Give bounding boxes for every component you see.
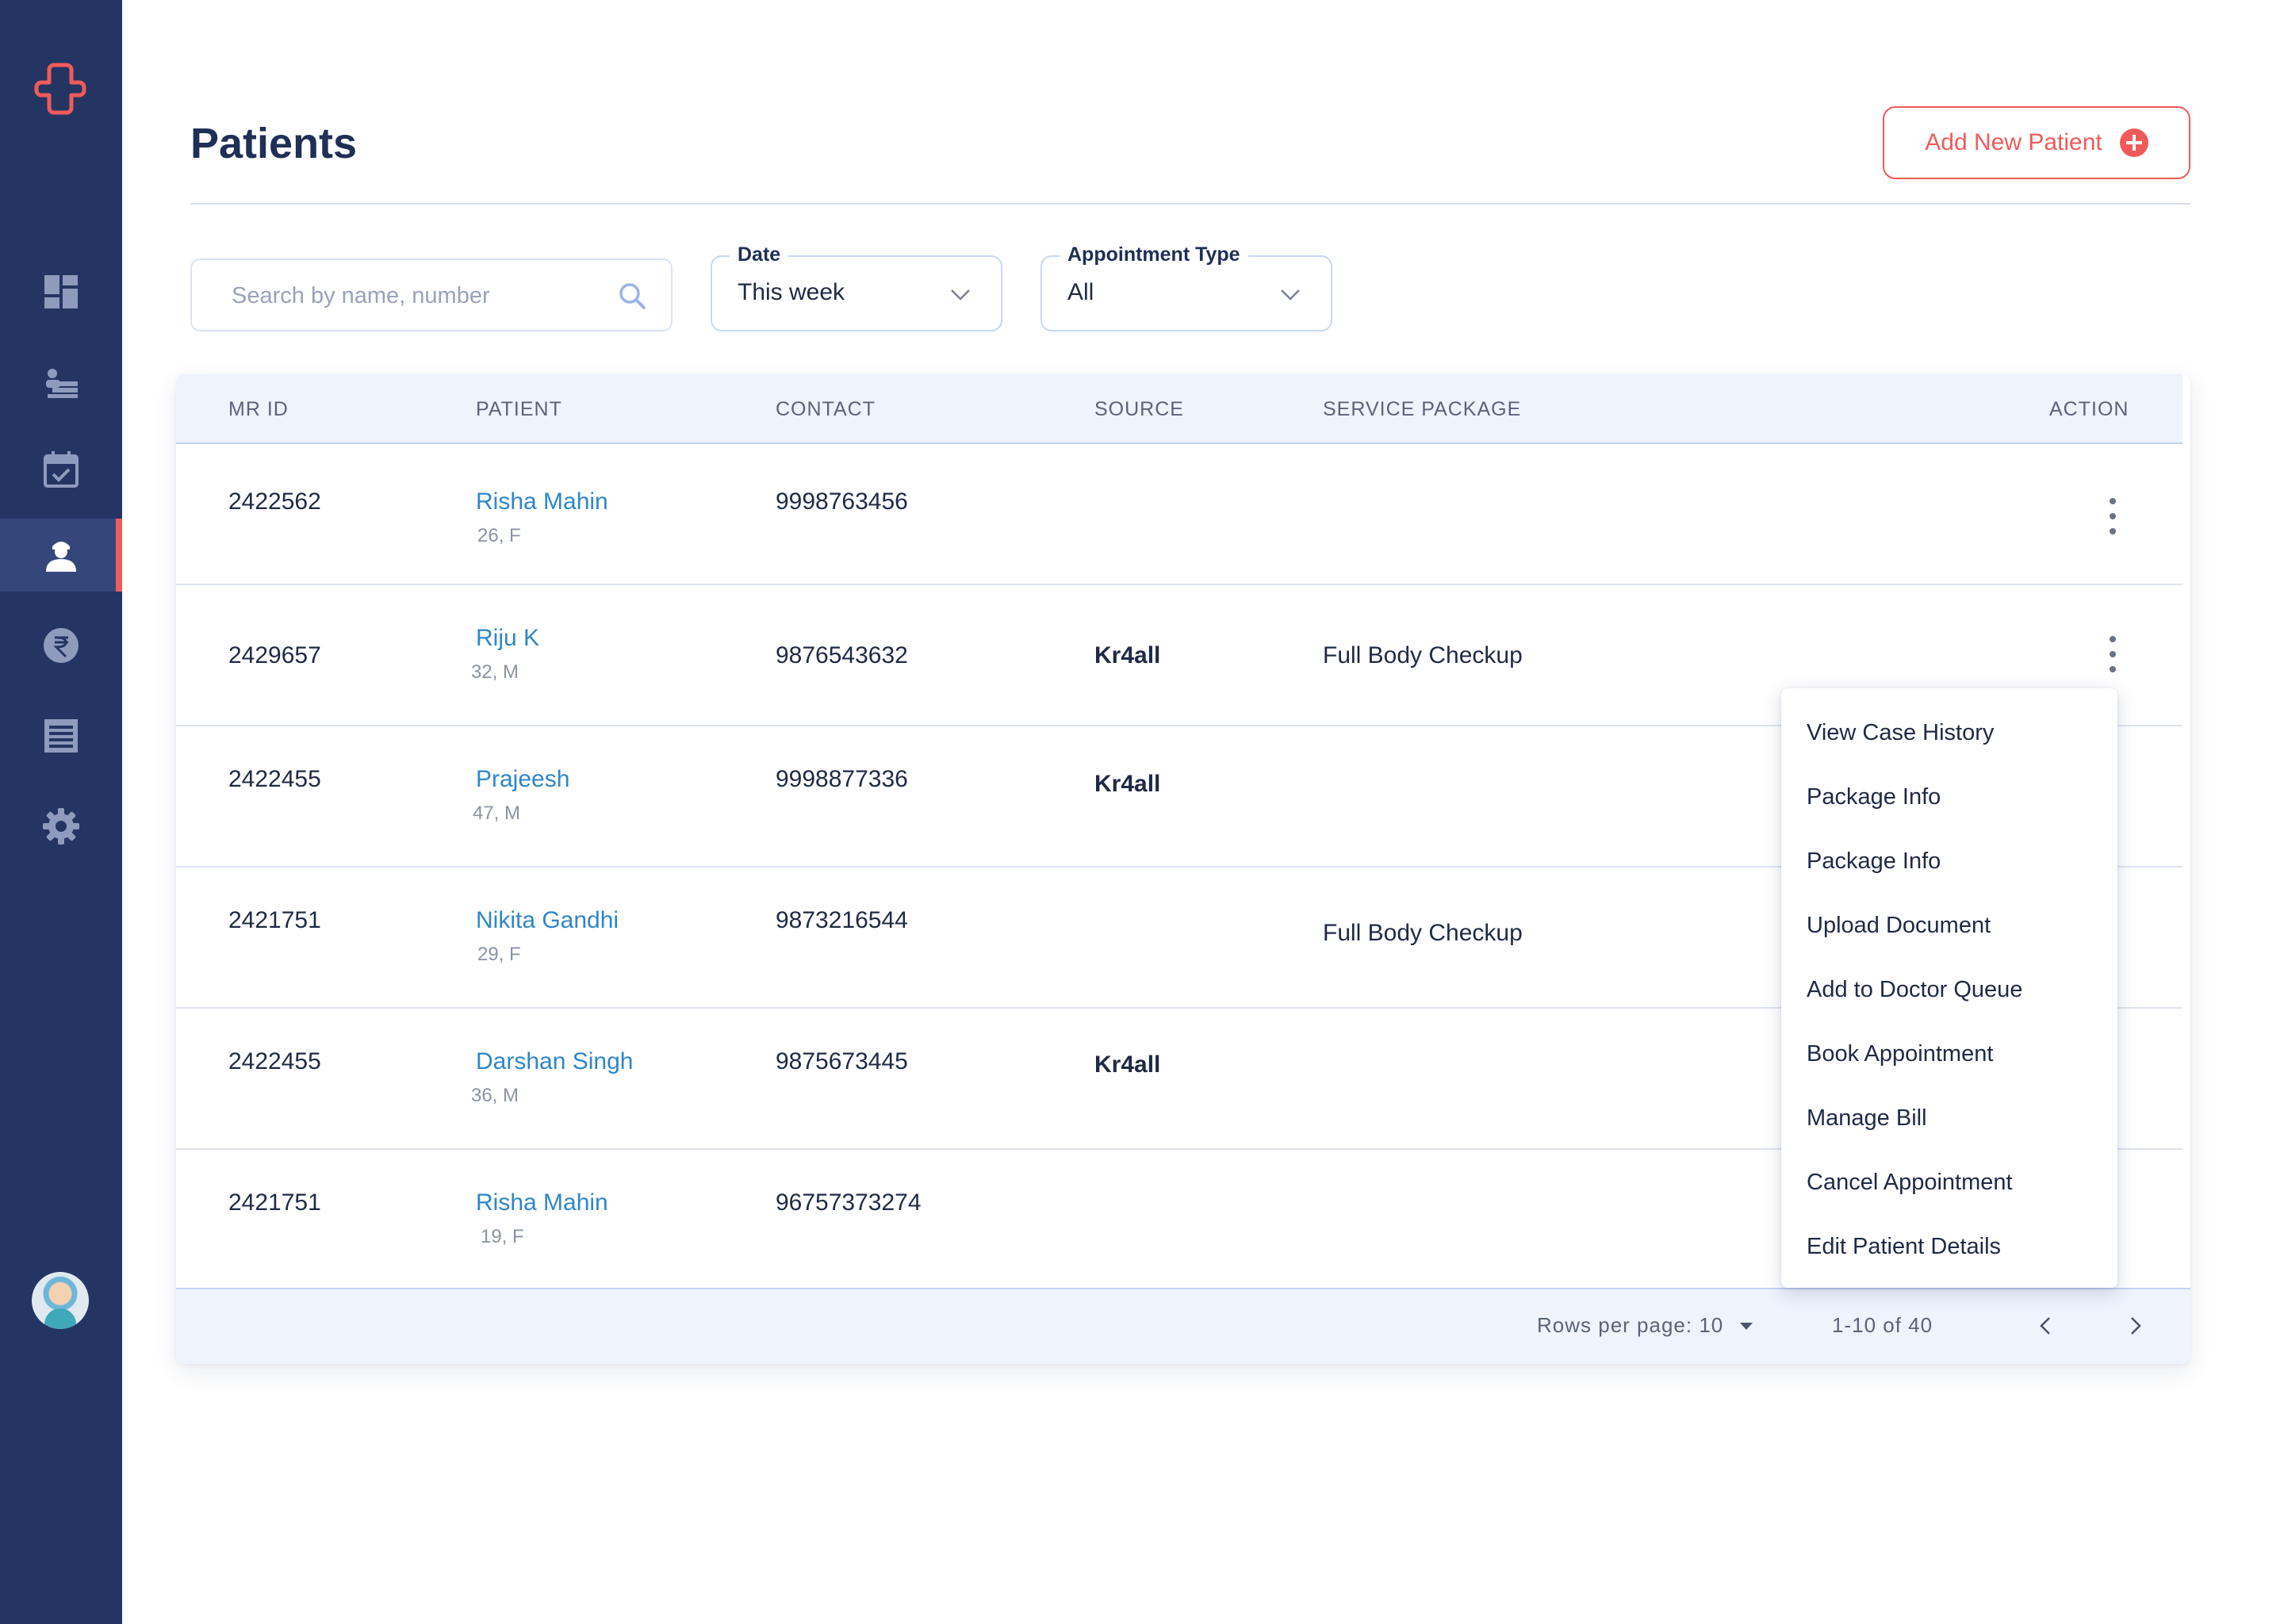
- patient-age-sex: 36, M: [471, 1085, 519, 1106]
- menu-item-package-info[interactable]: Package Info: [1807, 848, 1941, 875]
- logo-icon[interactable]: [32, 60, 89, 117]
- menu-item-manage-bill[interactable]: Manage Bill: [1807, 1105, 1927, 1132]
- appointment-type-value: All: [1067, 279, 1094, 305]
- chevron-right-icon[interactable]: [2121, 1312, 2149, 1340]
- search-icon[interactable]: [617, 281, 647, 311]
- sidebar: [0, 0, 122, 1624]
- sidebar-item-settings[interactable]: [0, 790, 122, 863]
- date-select-value: This week: [738, 279, 845, 305]
- menu-item-cancel-appointment[interactable]: Cancel Appointment: [1807, 1170, 2013, 1196]
- sidebar-item-dashboard[interactable]: [0, 255, 122, 328]
- search-input[interactable]: [230, 260, 598, 331]
- row-action-menu: View Case History Package Info Package I…: [1781, 688, 2117, 1288]
- mr-id-cell: 2422455: [228, 766, 321, 792]
- mr-id-cell: 2421751: [228, 1189, 321, 1216]
- sidebar-item-billing[interactable]: [0, 609, 122, 682]
- column-header-action: ACTION: [2049, 398, 2129, 420]
- menu-item-upload-document[interactable]: Upload Document: [1807, 913, 1991, 939]
- patient-age-sex: 47, M: [473, 802, 521, 824]
- menu-item-edit-patient-details[interactable]: Edit Patient Details: [1807, 1234, 2001, 1260]
- contact-cell: 9876543632: [776, 642, 908, 668]
- menu-item-package-info[interactable]: Package Info: [1807, 784, 1941, 810]
- menu-item-view-case-history[interactable]: View Case History: [1807, 720, 1994, 746]
- row-action-menu-button[interactable]: [2108, 636, 2117, 672]
- queue-icon: [46, 369, 78, 398]
- settings-icon: [43, 808, 79, 845]
- avatar[interactable]: [32, 1272, 89, 1329]
- sidebar-item-appointments[interactable]: [0, 433, 122, 506]
- patient-name-link[interactable]: Prajeesh: [476, 766, 569, 793]
- page-title: Patients: [190, 120, 358, 167]
- calendar-check-icon: [44, 451, 79, 488]
- rupee-icon: [44, 628, 79, 663]
- add-new-patient-button[interactable]: Add New Patient: [1883, 106, 2190, 179]
- sidebar-item-queue[interactable]: [0, 344, 122, 417]
- patient-age-sex: 19, F: [481, 1226, 524, 1247]
- column-header-service-package[interactable]: SERVICE PACKAGE: [1323, 398, 1521, 421]
- contact-cell: 96757373274: [776, 1189, 922, 1216]
- column-header-contact[interactable]: CONTACT: [776, 398, 876, 421]
- search-box: [190, 259, 673, 331]
- chevron-down-icon: [951, 289, 970, 301]
- appointment-type-select[interactable]: Appointment Type All: [1040, 243, 1332, 331]
- add-new-patient-label: Add New Patient: [1925, 129, 2102, 155]
- header-divider: [190, 203, 2190, 205]
- column-header-patient[interactable]: PATIENT: [476, 398, 562, 421]
- patient-age-sex: 26, F: [477, 525, 521, 546]
- service-package-cell: Full Body Checkup: [1323, 920, 1523, 946]
- billing-list-icon: [44, 719, 78, 753]
- patient-age-sex: 29, F: [477, 944, 521, 965]
- contact-cell: 9998877336: [776, 766, 908, 792]
- contact-cell: 9998763456: [776, 488, 908, 515]
- sidebar-item-reports[interactable]: [0, 699, 122, 772]
- patient-name-link[interactable]: Risha Mahin: [476, 1189, 608, 1216]
- rows-per-page-label[interactable]: Rows per page: 10: [1537, 1313, 1723, 1338]
- menu-item-add-to-doctor-queue[interactable]: Add to Doctor Queue: [1807, 977, 2022, 1003]
- mr-id-cell: 2422562: [228, 488, 321, 515]
- chevron-left-icon[interactable]: [2032, 1312, 2060, 1340]
- column-header-mr-id[interactable]: MR ID: [228, 398, 289, 421]
- page-range-label: 1-10 of 40: [1832, 1313, 1933, 1337]
- source-cell: Kr4all: [1094, 1051, 1161, 1078]
- menu-item-book-appointment[interactable]: Book Appointment: [1807, 1041, 1993, 1067]
- patient-name-link[interactable]: Nikita Gandhi: [476, 907, 619, 934]
- source-cell: Kr4all: [1094, 771, 1161, 797]
- mr-id-cell: 2421751: [228, 907, 321, 933]
- mr-id-cell: 2429657: [228, 642, 321, 668]
- plus-circle-icon: [2119, 128, 2148, 157]
- contact-cell: 9873216544: [776, 907, 908, 933]
- patient-age-sex: 32, M: [471, 661, 519, 683]
- patients-icon: [46, 542, 76, 572]
- patient-name-link[interactable]: Riju K: [476, 625, 539, 652]
- mr-id-cell: 2422455: [228, 1048, 321, 1074]
- row-action-menu-button[interactable]: [2108, 498, 2117, 534]
- source-cell: Kr4all: [1094, 642, 1161, 668]
- appointment-type-label: Appointment Type: [1060, 243, 1248, 266]
- table-header: MR ID PATIENT CONTACT SOURCE SERVICE PAC…: [176, 374, 2182, 444]
- column-header-source[interactable]: SOURCE: [1094, 398, 1184, 421]
- sidebar-item-patients[interactable]: [0, 519, 122, 592]
- patient-name-link[interactable]: Risha Mahin: [476, 488, 608, 515]
- date-select[interactable]: Date This week: [711, 243, 1002, 331]
- chevron-down-icon: [1281, 289, 1300, 301]
- dashboard-icon: [44, 275, 78, 308]
- table-row[interactable]: 2422562 Risha Mahin 26, F 9998763456: [176, 444, 2182, 585]
- caret-down-icon[interactable]: [1740, 1323, 1753, 1330]
- table-pagination: Rows per page: 10 1-10 of 40: [176, 1288, 2190, 1364]
- patient-name-link[interactable]: Darshan Singh: [476, 1048, 633, 1075]
- date-select-label: Date: [730, 243, 789, 266]
- contact-cell: 9875673445: [776, 1048, 908, 1074]
- service-package-cell: Full Body Checkup: [1323, 642, 1523, 668]
